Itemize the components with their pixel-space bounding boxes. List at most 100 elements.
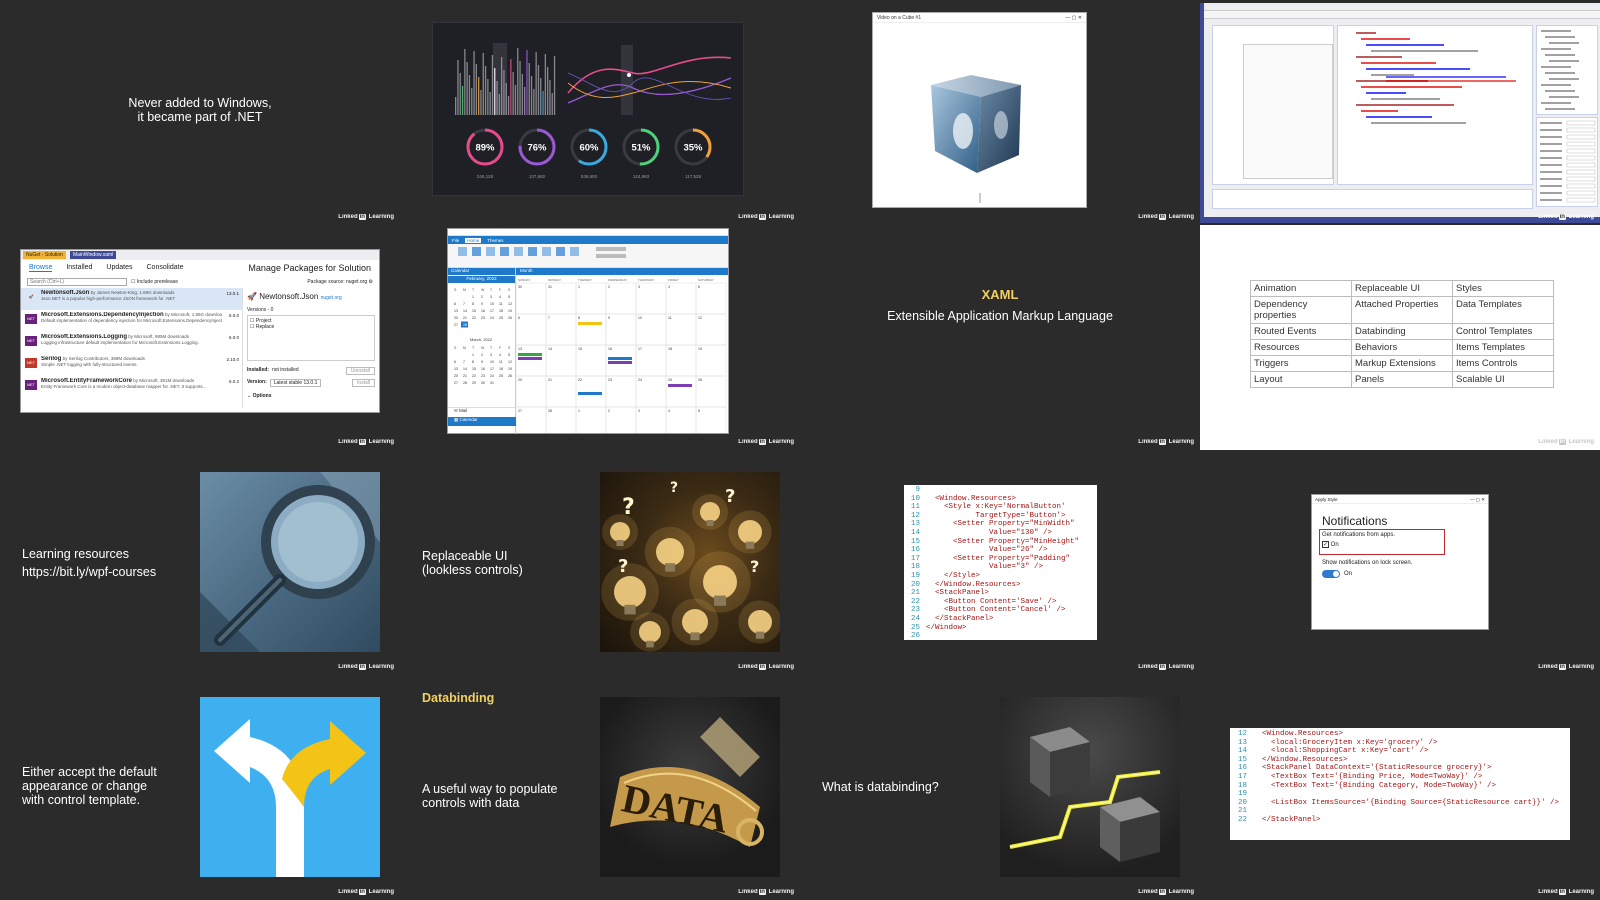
mini-day[interactable]: 24 <box>490 316 494 320</box>
calendar-event[interactable] <box>518 357 542 360</box>
day-cell[interactable] <box>605 406 637 439</box>
mini-day[interactable]: 25 <box>499 316 503 320</box>
ribbon-tab-themes[interactable]: Themes <box>487 238 503 243</box>
ribbon-button-icon[interactable] <box>486 247 495 256</box>
calendar-event[interactable] <box>578 322 602 325</box>
slide-learning-resources[interactable]: Learning resources https://bit.ly/wpf-co… <box>0 450 400 675</box>
package-row[interactable]: 🚀 Newtonsoft.Json by James Newton-King, 1… <box>21 288 242 310</box>
resources-link[interactable]: https://bit.ly/wpf-courses <box>22 563 156 581</box>
ribbon-button-icon[interactable] <box>570 247 579 256</box>
nuget-tab-browse[interactable]: Browse <box>29 264 53 272</box>
slide-what-is-databinding[interactable]: What is databinding? Linked in Learning <box>800 675 1200 900</box>
window-controls[interactable]: — ▢ ✕ <box>1470 497 1485 502</box>
day-cell[interactable] <box>635 406 667 439</box>
window-controls[interactable]: — ▢ ✕ <box>1065 15 1082 21</box>
notifications-checkbox[interactable]: ✓ On <box>1322 541 1442 548</box>
mini-day[interactable]: 5 <box>508 353 510 357</box>
mini-day[interactable]: 4 <box>499 353 501 357</box>
mini-day[interactable]: 25 <box>499 374 503 378</box>
calendar-event[interactable] <box>578 392 602 395</box>
ribbon-button-icon[interactable] <box>556 247 565 256</box>
slide-visual-studio[interactable]: Linked in Learning <box>1200 0 1600 225</box>
nuget-tab-installed[interactable]: Installed <box>66 264 92 272</box>
mini-day[interactable]: 23 <box>481 374 485 378</box>
mini-day[interactable]: 16 <box>481 367 485 371</box>
day-cell[interactable] <box>545 313 577 346</box>
mini-day[interactable]: 8 <box>472 302 474 306</box>
uninstall-button[interactable]: Uninstall <box>345 367 375 375</box>
mini-day[interactable]: 9 <box>481 302 483 306</box>
mini-day[interactable]: 28 <box>463 381 467 385</box>
day-cell[interactable] <box>605 282 637 315</box>
calendar-event[interactable] <box>608 357 632 360</box>
options-expander[interactable]: ⌄ Options <box>247 393 375 399</box>
mini-day[interactable]: 22 <box>472 316 476 320</box>
mini-day[interactable]: 13 <box>454 309 458 313</box>
nuget-search-input[interactable] <box>27 278 127 286</box>
package-source[interactable]: Package source: nuget.org ⚙ <box>307 279 373 285</box>
mini-day[interactable]: 24 <box>490 374 494 378</box>
mini-day[interactable]: 9 <box>481 360 483 364</box>
mini-day[interactable]: 10 <box>490 302 494 306</box>
day-cell[interactable] <box>695 282 727 315</box>
mini-day[interactable]: 17 <box>490 367 494 371</box>
package-row[interactable]: NET Serilog by Serilog Contributors, 388M… <box>21 354 242 376</box>
mini-day[interactable]: 19 <box>508 309 512 313</box>
slide-nuget[interactable]: NuGet - Solution MainWindow.xaml Browse I… <box>0 225 400 450</box>
mini-day[interactable]: 5 <box>508 295 510 299</box>
mini-day[interactable]: 1 <box>472 353 474 357</box>
mini-day[interactable]: 10 <box>490 360 494 364</box>
mini-day[interactable]: 13 <box>454 367 458 371</box>
mini-day[interactable]: 4 <box>499 295 501 299</box>
day-cell[interactable] <box>635 282 667 315</box>
nav-calendar[interactable]: ▦ Calendar <box>448 417 516 426</box>
vs-designer-pane[interactable] <box>1212 25 1334 185</box>
vs-toolbar[interactable] <box>1204 11 1600 19</box>
day-cell[interactable] <box>575 406 607 439</box>
slide-video-cube[interactable]: Video on a Cube #1 — ▢ ✕ Linked in Learni… <box>800 0 1200 225</box>
mini-day[interactable]: 21 <box>463 374 467 378</box>
nuget-doc-tab[interactable]: NuGet - Solution <box>23 251 66 259</box>
package-row[interactable]: NET Microsoft.Extensions.Logging by Micro… <box>21 332 242 354</box>
day-cell[interactable] <box>575 313 607 346</box>
mini-day[interactable]: 7 <box>463 302 465 306</box>
mini-day[interactable]: 12 <box>508 302 512 306</box>
slide-dashboard[interactable]: 89% 245,128 76% 137,682 60% 538,693 51% 124,993… <box>400 0 800 225</box>
ribbon-button-icon[interactable] <box>458 247 467 256</box>
mini-day[interactable]: 6 <box>454 360 456 364</box>
projects-box[interactable]: ☐ Project ☐ Replace <box>247 315 375 361</box>
mini-day[interactable]: 22 <box>472 374 476 378</box>
mainwindow-doc-tab[interactable]: MainWindow.xaml <box>69 251 117 259</box>
mini-day[interactable]: 27 <box>454 323 458 327</box>
mini-day[interactable]: 19 <box>508 367 512 371</box>
day-cell[interactable] <box>605 313 637 346</box>
mini-day[interactable]: 23 <box>481 316 485 320</box>
day-cell[interactable] <box>515 313 547 346</box>
calendar-event[interactable] <box>608 361 632 364</box>
mini-day[interactable]: 1 <box>472 295 474 299</box>
ribbon-button-icon[interactable] <box>542 247 551 256</box>
day-cell[interactable] <box>575 282 607 315</box>
mini-day[interactable]: 6 <box>454 302 456 306</box>
mini-day[interactable]: 21 <box>463 316 467 320</box>
package-row[interactable]: NET Microsoft.EntityFrameworkCore by Micr… <box>21 376 242 398</box>
mini-day[interactable]: 12 <box>508 360 512 364</box>
mini-day[interactable]: 8 <box>472 360 474 364</box>
mini-day[interactable]: 15 <box>472 367 476 371</box>
mini-day[interactable]: 11 <box>499 302 503 306</box>
slide-control-template[interactable]: Either accept the default appearance or … <box>0 675 400 900</box>
slide-never-added[interactable]: Never added to Windows, it became part o… <box>0 0 400 225</box>
mini-day[interactable]: 20 <box>454 316 458 320</box>
vs-menubar[interactable] <box>1204 3 1600 11</box>
mini-day[interactable]: 2 <box>481 353 483 357</box>
mini-calendars[interactable]: S M T W T F S1 2 3 4 56 7 8 9 10 11 1213 14 15 16 17 18 1920 21… <box>448 283 516 393</box>
mini-day[interactable]: 7 <box>463 360 465 364</box>
ribbon-button-icon[interactable] <box>472 247 481 256</box>
mini-day[interactable]: 14 <box>463 367 467 371</box>
ribbon-tab-home[interactable]: Home <box>465 237 482 243</box>
calendar-event[interactable] <box>668 384 692 387</box>
vs-properties-pane[interactable] <box>1536 117 1598 207</box>
mini-day[interactable]: 3 <box>490 353 492 357</box>
slide-apply-style[interactable]: Apply Style — ▢ ✕ Notifications Get noti… <box>1200 450 1600 675</box>
package-row[interactable]: NET Microsoft.Extensions.DependencyInject… <box>21 310 242 332</box>
